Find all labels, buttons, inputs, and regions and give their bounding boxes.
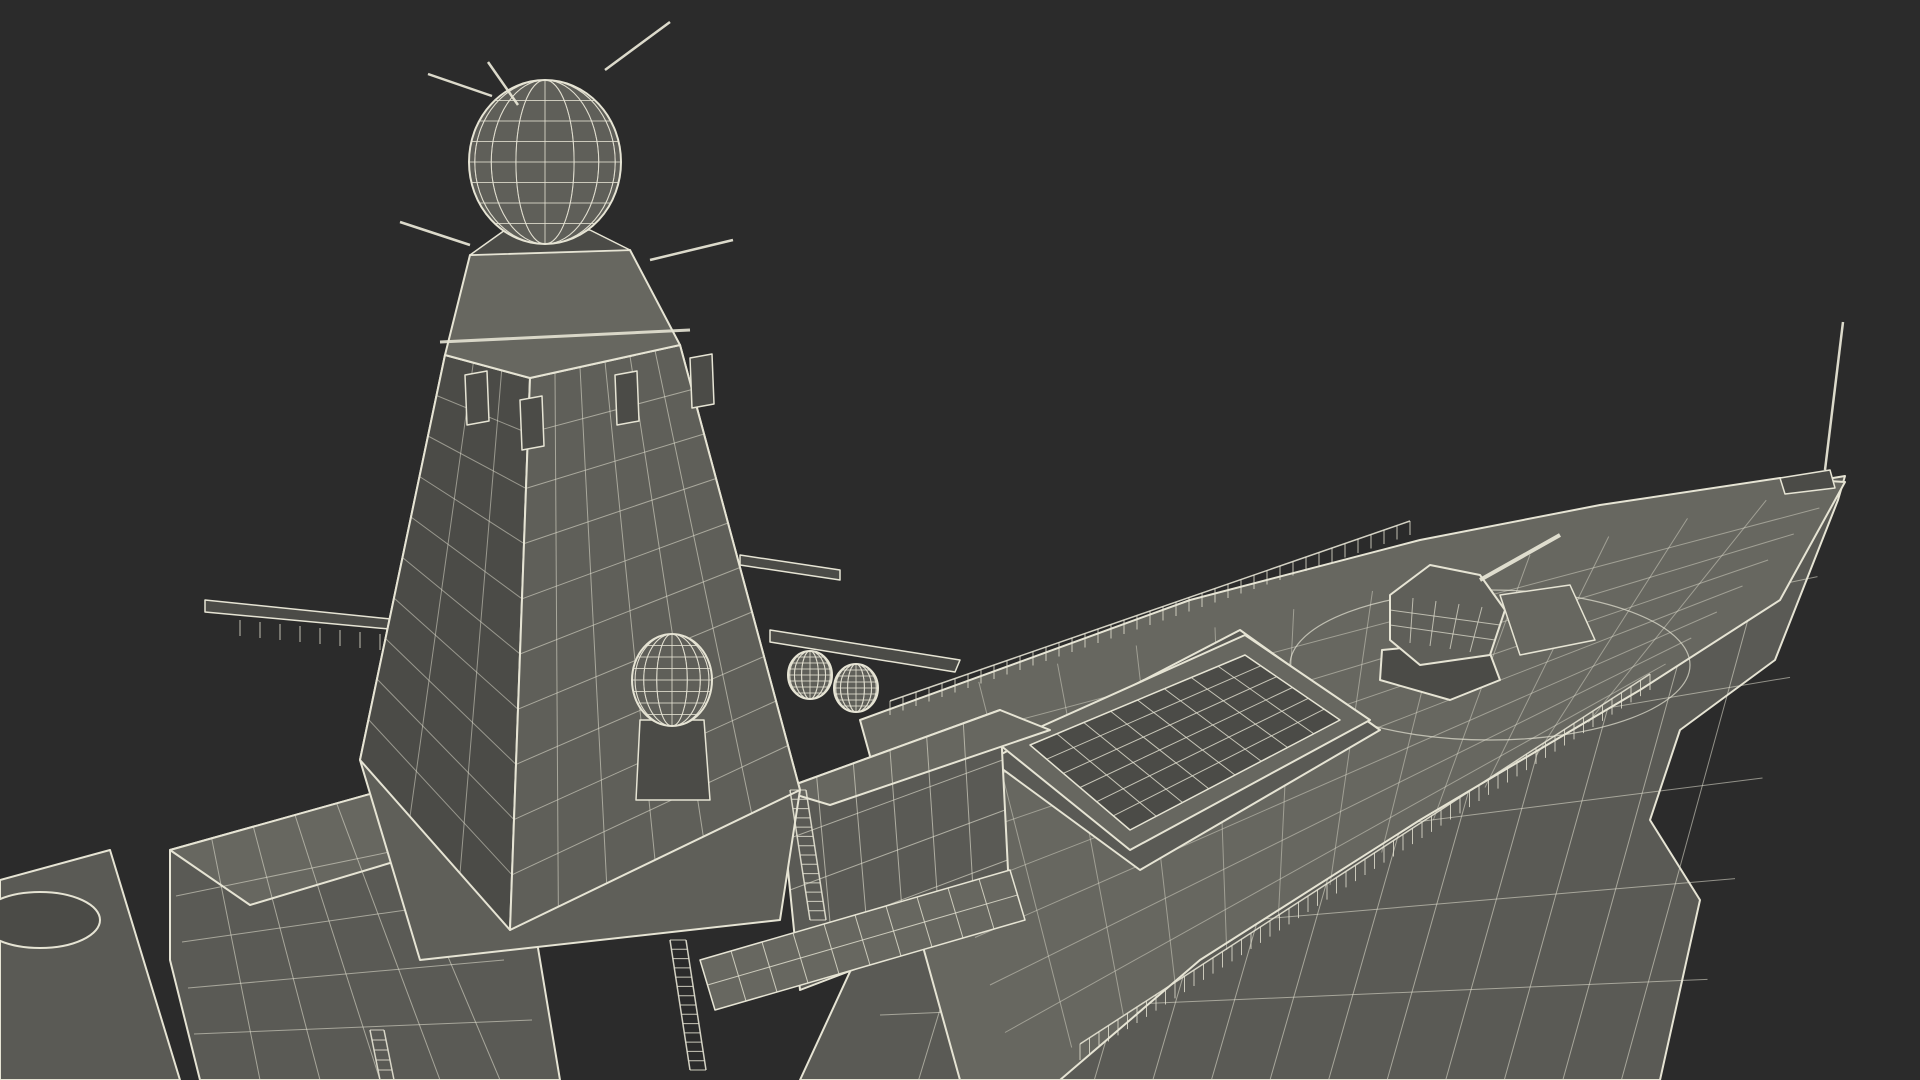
warship-wireframe-render [0,0,1920,1080]
radar-dome [468,79,622,245]
side-radar-dome [631,633,713,727]
mast-window [464,370,490,426]
mast-window [519,395,545,451]
side-radar-pedestal [635,719,711,801]
aft-hatch-ring [0,891,101,949]
mast-window [689,353,715,409]
small-sensor-dome-right [833,663,879,713]
mast-window [614,370,640,426]
small-sensor-dome-left [787,650,833,700]
